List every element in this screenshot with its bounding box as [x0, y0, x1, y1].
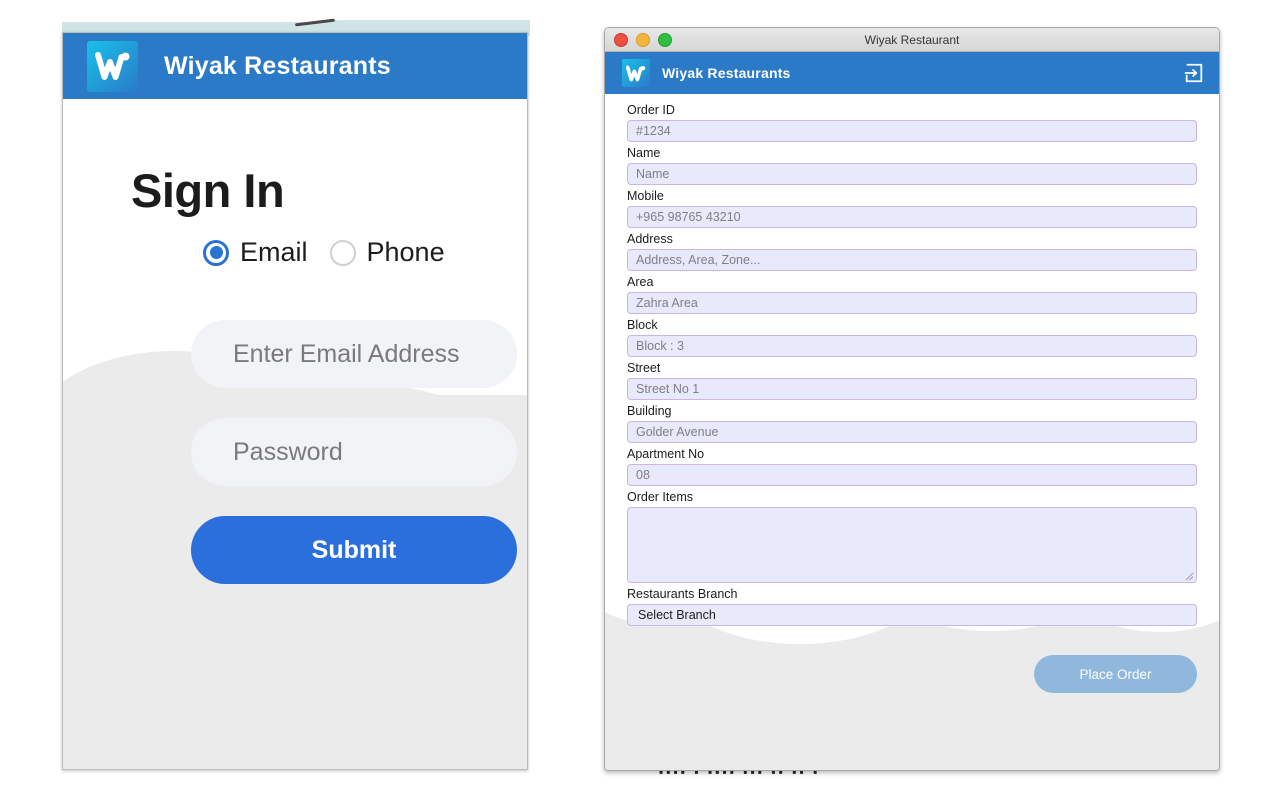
- radio-unselected-icon[interactable]: [329, 239, 356, 266]
- window-titlebar[interactable]: Wiyak Restaurant: [605, 28, 1219, 52]
- field-street: Street Street No 1: [627, 360, 1197, 400]
- field-order-items: Order Items: [627, 489, 1197, 583]
- field-restaurants-branch: Restaurants Branch Select Branch: [627, 586, 1197, 626]
- building-input[interactable]: Golder Avenue: [627, 421, 1197, 443]
- field-mobile: Mobile +965 98765 43210: [627, 188, 1197, 228]
- field-label: Block: [627, 318, 658, 332]
- screenshot-root: Wiyak Restaurants Sign In Email Phone En: [0, 0, 1280, 800]
- signin-method-radio-group: Email Phone: [203, 237, 445, 268]
- field-address: Address Address, Area, Zone...: [627, 231, 1197, 271]
- close-traffic-light-icon[interactable]: [614, 32, 628, 47]
- wiyak-logo-icon: [87, 40, 138, 92]
- radio-option-email[interactable]: Email: [203, 237, 308, 268]
- order-form-fields: Order ID #1234 Name Name Mobile +965 987…: [605, 94, 1219, 626]
- maximize-traffic-light-icon[interactable]: [658, 32, 672, 47]
- password-field[interactable]: Password: [191, 418, 517, 486]
- submit-button[interactable]: Submit: [191, 516, 517, 584]
- radio-option-phone[interactable]: Phone: [329, 237, 445, 268]
- logout-icon[interactable]: [1183, 62, 1205, 84]
- place-order-button[interactable]: Place Order: [1034, 655, 1197, 693]
- window-title: Wiyak Restaurant: [864, 32, 960, 47]
- name-input[interactable]: Name: [627, 163, 1197, 185]
- order-items-textarea[interactable]: [627, 507, 1197, 583]
- mobile-input[interactable]: +965 98765 43210: [627, 206, 1197, 228]
- wiyak-logo-icon: [622, 59, 650, 87]
- order-form-area: Order ID #1234 Name Name Mobile +965 987…: [605, 94, 1219, 770]
- field-label: Address: [627, 232, 673, 246]
- field-name: Name Name: [627, 145, 1197, 185]
- branch-select[interactable]: Select Branch: [627, 604, 1197, 626]
- block-input[interactable]: Block : 3: [627, 335, 1197, 357]
- field-label: Apartment No: [627, 447, 705, 461]
- minimize-traffic-light-icon[interactable]: [636, 32, 650, 47]
- field-label: Order Items: [627, 490, 693, 504]
- order-brand-group: Wiyak Restaurants: [622, 59, 791, 87]
- field-area: Area Zahra Area: [627, 274, 1197, 314]
- field-label: Area: [627, 275, 654, 289]
- field-apartment-no: Apartment No 08: [627, 446, 1197, 486]
- signin-brand-bar: Wiyak Restaurants: [63, 33, 527, 99]
- place-order-row: Place Order: [605, 629, 1219, 693]
- email-field[interactable]: Enter Email Address: [191, 320, 517, 388]
- field-label: Street: [627, 361, 661, 375]
- order-brand-bar: Wiyak Restaurants: [605, 52, 1219, 94]
- apartment-no-input[interactable]: 08: [627, 464, 1197, 486]
- resize-grip-icon[interactable]: [1185, 572, 1194, 581]
- signin-window: Wiyak Restaurants Sign In Email Phone En: [62, 32, 528, 770]
- clipped-text: ▪▪▪▪ ▪ ▪▪▪▪ ▪▪▪ ▪▪ ▪▪ ▪: [659, 771, 821, 779]
- field-label: Mobile: [627, 189, 664, 203]
- field-building: Building Golder Avenue: [627, 403, 1197, 443]
- street-input[interactable]: Street No 1: [627, 378, 1197, 400]
- field-label: Restaurants Branch: [627, 587, 738, 601]
- signin-brand-title: Wiyak Restaurants: [164, 51, 391, 80]
- area-input[interactable]: Zahra Area: [627, 292, 1197, 314]
- field-label: Name: [627, 146, 661, 160]
- page-title: Sign In: [131, 164, 285, 217]
- field-block: Block Block : 3: [627, 317, 1197, 357]
- order-id-input[interactable]: #1234: [627, 120, 1197, 142]
- radio-selected-icon[interactable]: [203, 239, 229, 266]
- clipped-offscreen-text: ▪▪▪▪ ▪ ▪▪▪▪ ▪▪▪ ▪▪ ▪▪ ▪: [604, 771, 1220, 780]
- order-brand-title: Wiyak Restaurants: [662, 65, 791, 81]
- field-label: Building: [627, 404, 672, 418]
- field-order-id: Order ID #1234: [627, 102, 1197, 142]
- signin-content: Sign In Email Phone Enter Email Address …: [63, 99, 527, 769]
- radio-label-email: Email: [240, 237, 308, 267]
- radio-label-phone: Phone: [366, 237, 445, 267]
- order-window: Wiyak Restaurant Wiyak Restaurants Order…: [604, 27, 1220, 771]
- address-input[interactable]: Address, Area, Zone...: [627, 249, 1197, 271]
- field-label: Order ID: [627, 103, 675, 117]
